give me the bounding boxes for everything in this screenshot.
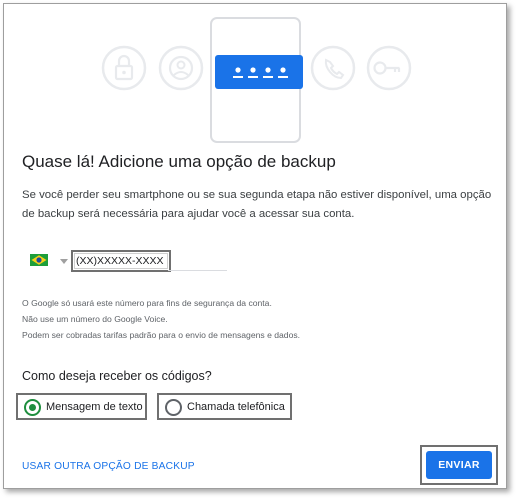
lock-icon bbox=[101, 45, 147, 91]
description: Se você perder seu smartphone ou se sua … bbox=[22, 189, 492, 220]
dialog: Quase lá! Adicione uma opção de backup S… bbox=[3, 3, 507, 489]
input-underline bbox=[168, 270, 227, 271]
note-line: Não use um número do Google Voice. bbox=[22, 314, 168, 324]
phone-number-input[interactable] bbox=[71, 250, 171, 272]
option-label: Chamada telefônica bbox=[187, 401, 285, 413]
phone-call-icon bbox=[310, 45, 356, 91]
use-other-backup-link[interactable]: USAR OUTRA OPÇÃO DE BACKUP bbox=[22, 461, 195, 472]
chevron-down-icon[interactable] bbox=[60, 259, 68, 264]
delivery-question: Como deseja receber os códigos? bbox=[22, 369, 212, 383]
radio-selected-icon[interactable] bbox=[24, 399, 41, 416]
page-title: Quase lá! Adicione uma opção de backup bbox=[22, 152, 336, 171]
key-icon bbox=[366, 45, 412, 91]
send-button-highlight: ENVIAR bbox=[420, 445, 498, 485]
option-phone-call[interactable]: Chamada telefônica bbox=[157, 393, 292, 420]
person-icon bbox=[158, 45, 204, 91]
note-line: Podem ser cobradas tarifas padrão para o… bbox=[22, 330, 301, 340]
send-button[interactable]: ENVIAR bbox=[426, 451, 492, 479]
hero-illustration bbox=[101, 17, 412, 143]
option-text-message[interactable]: Mensagem de texto bbox=[16, 393, 147, 420]
notes: O Google só usará este número para fins … bbox=[22, 295, 300, 343]
brazil-flag-icon[interactable] bbox=[30, 254, 48, 266]
note-line: O Google só usará este número para fins … bbox=[22, 298, 272, 308]
password-dots-icon bbox=[215, 55, 303, 89]
option-label: Mensagem de texto bbox=[46, 401, 143, 413]
radio-unselected-icon[interactable] bbox=[165, 399, 182, 416]
phone-number-row bbox=[30, 250, 240, 272]
